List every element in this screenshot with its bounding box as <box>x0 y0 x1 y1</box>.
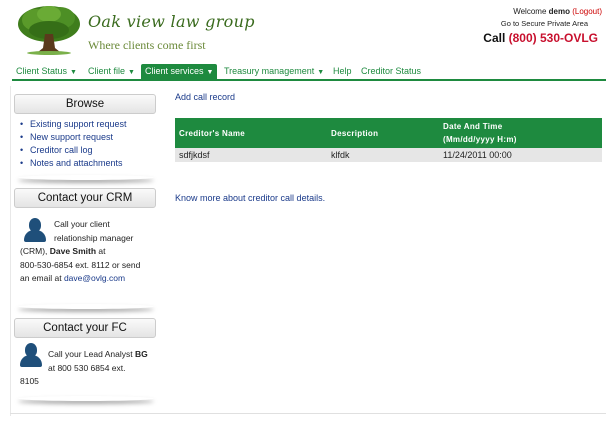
crm-line-1: Call your client <box>54 219 110 229</box>
brand-name: Oak view law group <box>88 12 255 31</box>
link-notes-and-attachments[interactable]: Notes and attachments <box>20 157 127 170</box>
cell-datetime: 11/24/2011 00:00 <box>439 148 602 162</box>
fc-line-1-prefix: Call your Lead Analyst <box>48 349 135 359</box>
crm-manager-name: Dave Smith <box>49 246 97 256</box>
fc-line-2: at 800 530 6854 ext. <box>48 363 126 373</box>
crm-email-link[interactable]: dave@ovlg.com <box>64 273 125 283</box>
nav-item-help[interactable]: Help <box>329 64 356 79</box>
col-date-time: Date And Time (Mm/dd/yyyy H:m) <box>439 118 602 148</box>
link-new-support-request[interactable]: New support request <box>20 131 127 144</box>
crm-title: Contact your CRM <box>14 188 156 208</box>
crm-line-4: 800-530-6854 ext. 8112 or send <box>20 260 141 270</box>
nav-label: Client services <box>145 66 204 76</box>
box-shadow <box>18 396 154 401</box>
call-number: Call (800) 530-OVLG <box>483 31 598 45</box>
person-icon <box>24 218 46 242</box>
nav-item-client-services[interactable]: Client services ▼ <box>141 64 218 79</box>
secure-area-link[interactable]: Go to Secure Private Area <box>501 19 588 28</box>
crm-line-2: relationship manager <box>54 233 134 243</box>
caret-down-icon: ▼ <box>206 69 214 76</box>
box-shadow <box>18 175 154 180</box>
fc-title: Contact your FC <box>14 318 156 338</box>
caret-down-icon: ▼ <box>128 69 135 76</box>
nav-label: Client file <box>88 66 126 76</box>
header: Oak view law group Where clients come fi… <box>0 0 616 62</box>
call-prefix: Call <box>483 31 509 45</box>
crm-line-3-prefix: (CRM), <box>20 246 50 256</box>
fc-line-1: Call your Lead Analyst BG <box>48 347 148 361</box>
nav-label: Help <box>333 66 352 76</box>
col-date-time-format: (Mm/dd/yyyy H:m) <box>443 135 517 144</box>
crm-line-5-prefix: an email at <box>20 273 64 283</box>
main-nav: Client Status ▼ Client file ▼ Client servi… <box>12 64 606 81</box>
add-call-record-link[interactable]: Add call record <box>175 92 235 102</box>
crm-line-5: an email at dave@ovlg.com <box>20 271 125 285</box>
footer-divider <box>10 413 606 414</box>
welcome-prefix: Welcome <box>513 7 549 16</box>
nav-item-client-status[interactable]: Client Status ▼ <box>12 64 81 79</box>
nav-item-client-file[interactable]: Client file ▼ <box>84 64 139 79</box>
cell-description: klfdk <box>327 148 439 162</box>
fc-line-3: 8105 <box>20 376 39 386</box>
creditor-call-table: Creditor's Name Description Date And Tim… <box>175 118 602 162</box>
person-icon <box>20 343 42 367</box>
nav-item-treasury-management[interactable]: Treasury management ▼ <box>220 64 328 79</box>
nav-item-creditor-status[interactable]: Creditor Status <box>357 64 425 79</box>
link-creditor-call-log[interactable]: Creditor call log <box>20 144 127 157</box>
logout-link[interactable]: (Logout) <box>572 7 602 16</box>
nav-label: Creditor Status <box>361 66 422 76</box>
caret-down-icon: ▼ <box>70 69 77 76</box>
brand-tagline: Where clients come first <box>88 38 206 52</box>
phone-number: (800) 530-OVLG <box>508 31 598 45</box>
caret-down-icon: ▼ <box>317 69 325 76</box>
sidebar-divider <box>10 86 11 416</box>
col-description: Description <box>327 118 439 148</box>
cell-creditor: sdfjkdsf <box>175 148 327 162</box>
nav-label: Treasury management <box>224 66 315 76</box>
col-date-time-label: Date And Time <box>443 122 503 131</box>
nav-label: Client Status <box>16 66 68 76</box>
know-more-link[interactable]: Know more about creditor call details. <box>175 193 325 203</box>
link-existing-support-request[interactable]: Existing support request <box>20 118 127 131</box>
username: demo <box>548 7 570 16</box>
crm-line-3-suffix: at <box>96 246 106 256</box>
welcome-message: Welcome demo (Logout) <box>513 7 602 16</box>
table-header-row: Creditor's Name Description Date And Tim… <box>175 118 602 148</box>
oak-tree-logo-icon <box>18 6 80 55</box>
table-row[interactable]: sdfjkdsf klfdk 11/24/2011 00:00 <box>175 148 602 162</box>
browse-links: Existing support request New support req… <box>20 118 127 170</box>
col-creditor-name: Creditor's Name <box>175 118 327 148</box>
fc-analyst: BG <box>134 349 148 359</box>
browse-title: Browse <box>14 94 156 114</box>
box-shadow <box>18 304 154 309</box>
crm-line-3: (CRM), Dave Smith at <box>20 244 106 258</box>
